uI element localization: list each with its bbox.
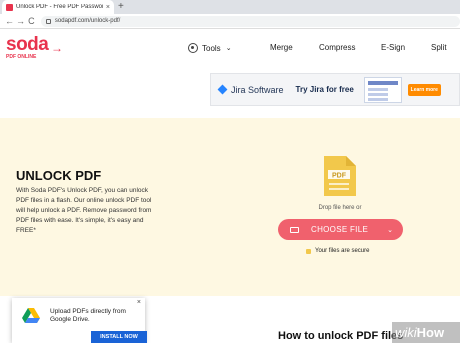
section-heading: How to unlock PDF files [278, 330, 404, 342]
soda-pdf-logo[interactable]: soda → PDF ONLINE [6, 34, 63, 61]
url-input[interactable]: sodapdf.com/unlock-pdf/ [40, 15, 460, 27]
nav-split[interactable]: Split [431, 43, 447, 52]
logo-word: soda [6, 34, 49, 55]
hero-description: With Soda PDF's Unlock PDF, you can unlo… [16, 187, 152, 234]
page-title: UNLOCK PDF [16, 168, 102, 183]
back-arrow-icon[interactable]: ← [4, 16, 15, 26]
secure-text: Your files are secure [315, 248, 370, 254]
install-now-button[interactable]: INSTALL NOW [91, 331, 147, 343]
ad-brand: Jira Software [231, 84, 284, 95]
files-secure-note: Your files are secure [306, 248, 369, 254]
url-text: sodapdf.com/unlock-pdf/ [54, 18, 121, 24]
forward-arrow-icon[interactable]: → [15, 16, 26, 26]
nav-merge[interactable]: Merge [270, 43, 293, 52]
unlock-hero-section: UNLOCK PDF With Soda PDF's Unlock PDF, y… [0, 118, 460, 296]
nav-tools-menu[interactable]: Tools ⌄ [188, 43, 232, 53]
wikihow-watermark: wiki How [392, 322, 460, 343]
lock-icon [306, 248, 311, 254]
tab-title: Unlock PDF - Free PDF Passwor [16, 4, 103, 10]
watermark-wiki: wiki [395, 325, 417, 340]
soda-favicon-icon [6, 3, 13, 11]
lock-icon [45, 18, 51, 24]
choose-file-button[interactable]: CHOOSE FILE ⌄ [278, 219, 403, 240]
tools-icon [188, 43, 198, 53]
chevron-down-icon[interactable]: ⌄ [387, 226, 393, 234]
jira-logo-icon [217, 84, 228, 95]
site-header: soda → PDF ONLINE Tools ⌄ Merge Compress… [0, 30, 460, 68]
drop-file-text: Drop file here or [318, 205, 362, 211]
address-bar: ← → C sodapdf.com/unlock-pdf/ [0, 14, 460, 29]
google-drive-icon [22, 308, 40, 323]
pdf-file-icon: PDF [324, 156, 356, 196]
reload-icon[interactable]: C [26, 16, 37, 26]
browser-tab[interactable]: Unlock PDF - Free PDF Passwor × [2, 0, 114, 14]
new-tab-icon[interactable]: + [118, 1, 124, 13]
ad-cta: Try Jira for free [295, 85, 354, 94]
logo-arrow-icon: → [51, 41, 63, 55]
chevron-down-icon: ⌄ [225, 45, 232, 52]
nav-compress[interactable]: Compress [319, 43, 355, 52]
ad-screenshot-image [363, 76, 402, 103]
pdf-icon-label: PDF [332, 173, 347, 180]
choose-file-label: CHOOSE FILE [311, 225, 369, 234]
browser-tab-strip: Unlock PDF - Free PDF Passwor × + [0, 0, 460, 14]
nav-tools-label: Tools [202, 43, 221, 53]
jira-ad-banner[interactable]: Jira Software Try Jira for free Learn mo… [210, 73, 460, 106]
close-tab-icon[interactable]: × [106, 4, 110, 11]
popup-message: Upload PDFs directly from Google Drive. [50, 308, 126, 323]
google-drive-popup: × Upload PDFs directly from Google Drive… [12, 298, 147, 343]
watermark-how: How [416, 325, 445, 340]
nav-esign[interactable]: E-Sign [381, 43, 405, 52]
ad-learn-more-button[interactable]: Learn more [407, 83, 441, 96]
close-icon[interactable]: × [137, 299, 141, 306]
computer-icon [290, 226, 299, 233]
